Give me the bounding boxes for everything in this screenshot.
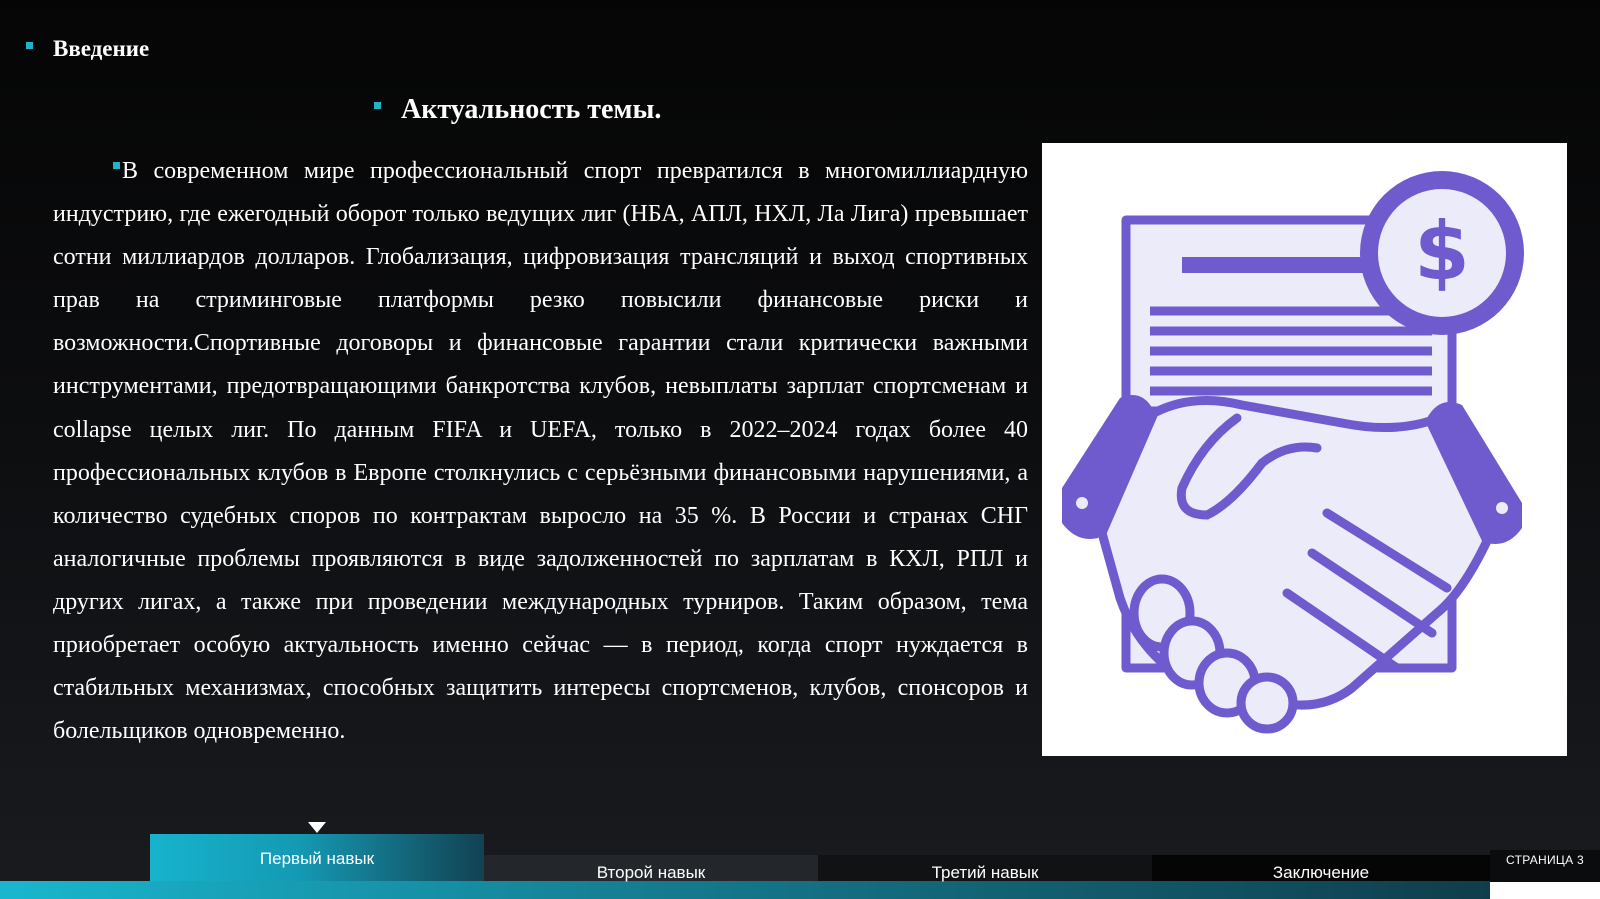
topic-title-text: Актуальность темы. <box>401 94 662 125</box>
bullet-icon <box>374 101 381 109</box>
page-number-label: СТРАНИЦА 3 <box>1490 850 1600 899</box>
dollar-icon: $ <box>1414 205 1470 298</box>
bullet-icon <box>26 41 33 49</box>
section-label-text: Введение <box>53 36 150 61</box>
tab-conclusion[interactable]: Заключение <box>1152 855 1490 882</box>
handshake-contract-picture: $ <box>1042 143 1567 756</box>
tab-first-skill[interactable]: Первый навык <box>150 834 484 881</box>
tab-third-skill[interactable]: Третий навык <box>818 855 1152 882</box>
slide: Введение Актуальность темы. В современно… <box>0 0 1600 899</box>
bullet-icon <box>113 162 120 169</box>
handshake-contract-dollar-icon: $ <box>1062 171 1524 734</box>
topic-title: Актуальность темы. <box>374 94 661 126</box>
navigation-strip <box>0 881 1490 899</box>
body-paragraph-text: В современном мире профессиональный спор… <box>53 158 1028 745</box>
body-paragraph: В современном мире профессиональный спор… <box>53 150 1028 753</box>
tab-second-skill[interactable]: Второй навык <box>484 855 818 882</box>
section-label: Введение <box>26 36 149 62</box>
active-tab-pointer-icon <box>308 822 326 833</box>
